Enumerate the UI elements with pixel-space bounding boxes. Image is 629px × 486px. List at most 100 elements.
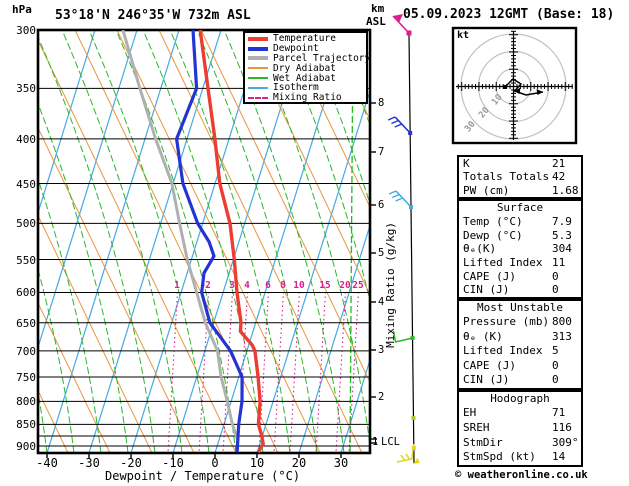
pressure-tick-label: 600	[16, 286, 36, 300]
panel-row-value: 42	[552, 170, 566, 184]
panel-row-value: 21	[552, 157, 566, 170]
pressure-tick-label: 900	[16, 440, 36, 453]
pressure-tick-label: 550	[16, 253, 36, 267]
mixing-ratio-axis-title: Mixing Ratio (g/kg)	[384, 222, 397, 348]
panel-title: Surface	[496, 201, 544, 214]
km-tick-label: 8	[378, 97, 385, 109]
panel-row-label: Dewp (°C)	[463, 228, 523, 242]
panel-row: Pressure (mb) 800	[459, 315, 581, 330]
panel-row: θₑ (K) 313	[459, 330, 581, 345]
temperature-tick-label: 10	[249, 456, 265, 470]
x-axis-title: Dewpoint / Temperature (°C)	[105, 469, 301, 483]
lcl-label: LCL	[381, 436, 400, 448]
mixing-ratio-label: 2	[205, 280, 211, 291]
temperature-tick-label: 20	[291, 456, 307, 470]
km-tick-label: 6	[378, 199, 385, 211]
panel-row-label: Lifted Index	[463, 344, 543, 358]
panel-row: Lifted Index 5	[459, 344, 581, 359]
panel-row: CIN (J) 0	[459, 373, 581, 388]
curve-parcel-trajectory	[121, 30, 240, 441]
pressure-tick-label: 450	[16, 177, 36, 191]
panel-row: CAPE (J) 0	[459, 359, 581, 374]
panel-row: K 21	[459, 157, 581, 170]
panel-row-value: 800	[552, 315, 572, 328]
panel-row-label: CIN (J)	[463, 283, 510, 297]
panel-row-label: θₑ(K)	[463, 242, 497, 256]
panel-row: Dewp (°C) 5.3	[459, 229, 581, 243]
copyright: © weatheronline.co.uk	[455, 469, 588, 481]
temperature-tick-label: -20	[120, 456, 142, 470]
pressure-tick-label: 500	[16, 217, 36, 231]
pressure-tick-label: 350	[16, 82, 36, 96]
temperature-tick-label: -10	[162, 456, 184, 470]
panel-surface: Surface Temp (°C) 7.9 Dewp (°C) 5.3 θₑ(K) 304 L…	[457, 199, 583, 299]
panel-row-value: 309°	[552, 435, 579, 449]
legend: Temperature Dewpoint Parcel Trajectory Dry …	[243, 31, 370, 104]
panel-row-value: 313	[552, 329, 572, 343]
panel-row-label: EH	[463, 406, 477, 419]
pressure-tick-label: 700	[16, 344, 36, 358]
panel-row-label: θₑ (K)	[463, 329, 503, 343]
temperature-tick-label: 0	[211, 456, 219, 470]
legend-label: Mixing Ratio	[273, 92, 342, 104]
legend-swatch	[248, 77, 268, 80]
km-tick-label: 2	[378, 391, 385, 403]
panel-row-value: 5.3	[552, 228, 572, 242]
mixing-ratio-label: 4	[244, 280, 250, 291]
panel-row-value: 14	[552, 450, 566, 464]
panel-row-label: CAPE (J)	[463, 269, 516, 283]
panel-row-label: Totals Totals	[463, 170, 550, 184]
panel-row: SREH 116	[459, 421, 581, 436]
panel-row: StmDir 309°	[459, 436, 581, 451]
altitude-axis-unit-asl: ASL	[366, 15, 386, 28]
panel-row: PW (cm) 1.68	[459, 184, 581, 197]
legend-swatch	[248, 86, 268, 89]
pressure-tick-label: 300	[16, 24, 36, 37]
legend-label: Wet Adiabat	[273, 72, 336, 84]
panel-row: Totals Totals 42	[459, 170, 581, 183]
panel-row-value: 0	[552, 269, 559, 283]
station-title: 53°18'N 246°35'W 732m ASL	[55, 8, 251, 23]
panel-row-label: SREH	[463, 420, 490, 434]
panel-row-value: 7.9	[552, 215, 572, 228]
panel-row-label: Lifted Index	[463, 255, 543, 269]
panel-title: Most Unstable	[476, 301, 564, 314]
pressure-tick-label: 400	[16, 132, 36, 146]
altitude-axis-unit-km: km	[371, 2, 385, 15]
pressure-tick-label: 850	[16, 418, 36, 432]
panel-row-label: K	[463, 157, 470, 170]
pressure-tick-label: 800	[16, 395, 36, 409]
legend-label: Isotherm	[273, 82, 319, 94]
panel-row-value: 304	[552, 242, 572, 256]
panel-row-label: CIN (J)	[463, 373, 510, 387]
panel-row: CAPE (J) 0	[459, 270, 581, 284]
legend-item: Parcel Trajectory	[248, 54, 370, 64]
panel-row: Lifted Index 11	[459, 256, 581, 270]
pressure-unit-label: hPa	[12, 3, 32, 16]
panel-row-value: 71	[552, 406, 566, 419]
panel-row-label: PW (cm)	[463, 183, 510, 197]
sounding-screenshot: hPa 53°18'N 246°35'W 732m ASL 05.09.2023…	[0, 0, 629, 486]
panel-row-label: Pressure (mb)	[463, 315, 550, 328]
legend-label: Dewpoint	[273, 43, 319, 55]
panel-hodograph: Hodograph EH 71 SREH 116 StmDir 309° StmSpd (kt…	[457, 390, 583, 467]
legend-swatch	[248, 36, 268, 41]
legend-item: Dry Adiabat	[248, 63, 366, 73]
panel-row-value: 1.68	[552, 183, 579, 197]
panel-row: StmSpd (kt) 14	[459, 450, 581, 465]
legend-swatch	[248, 56, 268, 61]
panel-row-value: 0	[552, 358, 559, 372]
panel-row-label: StmSpd (kt)	[463, 450, 536, 464]
legend-swatch	[248, 96, 268, 99]
mixing-ratio-label: 15	[319, 280, 331, 291]
panel-row-label: Temp (°C)	[463, 215, 523, 228]
panel-row: Temp (°C) 7.9	[459, 215, 581, 229]
panel-row: CIN (J) 0	[459, 283, 581, 297]
panel-most-unstable: Most Unstable Pressure (mb) 800 θₑ (K) 313 Li…	[457, 299, 583, 390]
pressure-tick-label: 750	[16, 370, 36, 384]
panel-row-value: 116	[552, 420, 572, 434]
legend-label: Parcel Trajectory	[273, 52, 371, 64]
panel-row-value: 0	[552, 373, 559, 387]
panel-indices: K 21 Totals Totals 42 PW (cm) 1.68	[457, 155, 583, 199]
panel-row-value: 0	[552, 283, 559, 297]
